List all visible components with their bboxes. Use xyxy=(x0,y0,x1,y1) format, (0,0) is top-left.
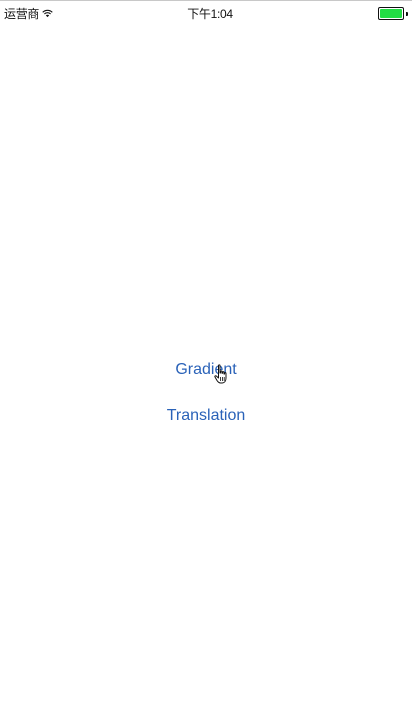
top-divider xyxy=(0,0,412,1)
hand-pointer-icon xyxy=(214,364,227,384)
clock: 下午1:04 xyxy=(187,7,233,21)
status-bar: 运营商 下午1:04 xyxy=(0,2,412,22)
app-screen: 运营商 下午1:04 Gradient Translation xyxy=(0,0,412,717)
carrier-label: 运营商 xyxy=(4,7,40,21)
battery-icon xyxy=(378,7,408,20)
translation-button[interactable]: Translation xyxy=(167,403,246,429)
battery-cap xyxy=(406,11,408,16)
carrier-group: 运营商 xyxy=(4,5,53,22)
battery-body xyxy=(378,7,404,20)
wifi-icon xyxy=(42,9,53,18)
battery-level-fill xyxy=(380,9,402,18)
demo-menu: Gradient Translation xyxy=(0,357,412,429)
